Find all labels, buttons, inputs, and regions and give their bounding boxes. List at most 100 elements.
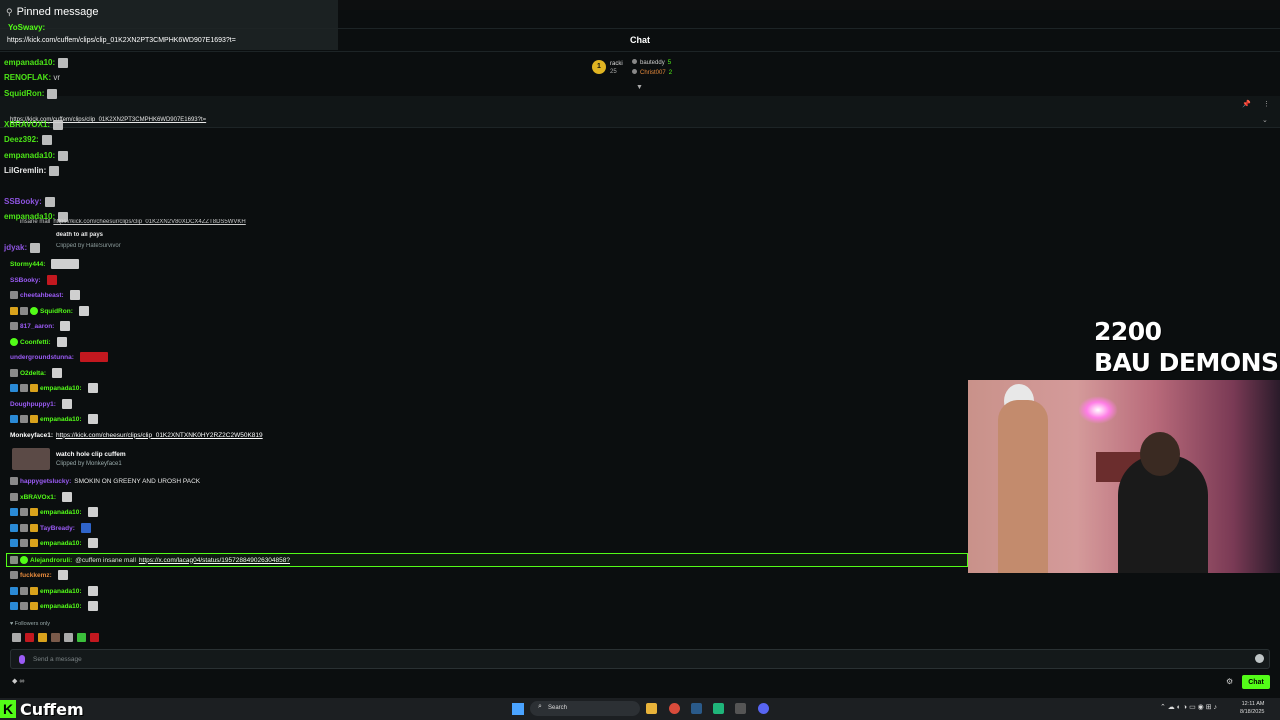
chat-username[interactable]: SSBooky: (4, 197, 42, 206)
emote-icon[interactable] (51, 633, 60, 642)
more-options-icon[interactable]: ⋮ (1263, 100, 1270, 108)
green-badge-icon[interactable] (10, 338, 18, 346)
send-chat-button[interactable]: Chat (1242, 675, 1270, 689)
pinned-message-bar[interactable] (0, 96, 1280, 128)
gold-badge-icon[interactable] (30, 384, 38, 392)
chevron-down-icon[interactable]: ▼ (636, 84, 643, 91)
gold-badge-icon[interactable] (30, 415, 38, 423)
taskbar-search[interactable]: Search (530, 701, 640, 716)
chat-username[interactable]: empanada10: (40, 588, 82, 595)
gold-badge-icon[interactable] (10, 307, 18, 315)
emote-icon[interactable] (38, 633, 47, 642)
chat-username[interactable]: TayBready: (40, 525, 75, 532)
sub-badge-icon[interactable] (20, 384, 28, 392)
chat-username[interactable]: LilGremlin: (4, 166, 46, 175)
chat-username[interactable]: Deez392: (4, 135, 39, 144)
mod-badge-icon[interactable] (10, 384, 18, 392)
emote-icon[interactable] (12, 633, 21, 642)
chat-username[interactable]: empanada10: (40, 385, 82, 392)
sub-badge-icon[interactable] (10, 477, 18, 485)
chat-username[interactable]: SSBooky: (10, 277, 41, 284)
app-icon[interactable] (735, 703, 746, 714)
chat-username[interactable]: SquidRon: (40, 308, 73, 315)
emote-icon (58, 151, 69, 161)
system-tray[interactable]: ⌃ ☁ ◐ ◑ ▭ ◉ ⊞ ♪ (1160, 703, 1217, 711)
gear-icon[interactable]: ⚙ (1226, 677, 1233, 686)
mic-icon[interactable] (19, 655, 25, 664)
webcam-figure (998, 400, 1048, 573)
windows-start-icon[interactable] (512, 703, 524, 715)
chat-username[interactable]: cheetahbeast: (20, 292, 64, 299)
mod-badge-icon[interactable] (10, 587, 18, 595)
chat-username[interactable]: undergroundstunna: (10, 354, 74, 361)
sub-badge-icon[interactable] (20, 587, 28, 595)
chat-username[interactable]: RENOFLAK: (4, 73, 51, 82)
gold-badge-icon[interactable] (30, 587, 38, 595)
emote-icon[interactable] (90, 633, 99, 642)
chat-username[interactable]: jdyak: (4, 243, 27, 252)
taskbar-clock[interactable]: 12:11 AM 8/18/2025 (1240, 700, 1264, 716)
sub-badge-icon[interactable] (10, 369, 18, 377)
chat-username[interactable]: happygetslucky: (20, 478, 71, 485)
chat-input-box[interactable] (10, 649, 1270, 669)
emote-icon[interactable] (77, 633, 86, 642)
mod-badge-icon[interactable] (10, 415, 18, 423)
gold-badge-icon[interactable] (30, 602, 38, 610)
chat-username[interactable]: empanada10: (4, 58, 55, 67)
sub-badge-icon[interactable] (20, 508, 28, 516)
gift-leaderboard[interactable]: 1 racki 25 bauteddy 5 Christ007 2 (590, 57, 700, 85)
sub-badge-icon[interactable] (10, 291, 18, 299)
chat-username[interactable]: Coonfetti: (20, 339, 51, 346)
sub-badge-icon[interactable] (10, 493, 18, 501)
gold-badge-icon[interactable] (30, 524, 38, 532)
app-icon[interactable] (713, 703, 724, 714)
chat-username[interactable]: xBRAVOx1: (20, 494, 56, 501)
mod-badge-icon[interactable] (10, 508, 18, 516)
emote-icon[interactable] (64, 633, 73, 642)
chevron-down-icon[interactable]: ⌄ (1262, 116, 1268, 124)
gold-badge-icon[interactable] (30, 539, 38, 547)
sub-badge-icon[interactable] (10, 571, 18, 579)
chat-username[interactable]: SquidRon: (4, 89, 44, 98)
chat-link[interactable]: https://kick.com/cheesur/clips/clip_01K2… (56, 432, 263, 439)
sub-badge-icon[interactable] (20, 524, 28, 532)
emote-icon (78, 306, 89, 316)
chat-username[interactable]: O2delta: (20, 370, 46, 377)
mod-badge-icon[interactable] (10, 539, 18, 547)
chrome-icon[interactable] (669, 703, 680, 714)
chat-username[interactable]: XBRAVOX1: (4, 120, 50, 129)
steam-icon[interactable] (691, 703, 702, 714)
chat-username[interactable]: 817_aaron: (20, 323, 54, 330)
clip-link[interactable]: https://kick.com/cheesur/clips/clip_01K2… (53, 219, 245, 225)
sub-badge-icon[interactable] (20, 307, 28, 315)
mod-badge-icon[interactable] (10, 602, 18, 610)
chat-username[interactable]: empanada10: (40, 603, 82, 610)
chat-message-input[interactable] (33, 653, 1233, 665)
sub-badge-icon[interactable] (20, 539, 28, 547)
folder-icon[interactable] (646, 703, 657, 714)
sub-badge-icon[interactable] (10, 322, 18, 330)
pinned-url[interactable]: https://kick.com/cuffem/clips/clip_01K2X… (7, 37, 236, 44)
chat-username[interactable]: empanada10: (40, 509, 82, 516)
quick-emote-bar[interactable] (12, 633, 99, 643)
chat-username[interactable]: empanada10: (40, 416, 82, 423)
chat-tools[interactable]: ◆ ∞ (12, 677, 24, 685)
chat-username[interactable]: empanada10: (4, 151, 55, 160)
chat-username[interactable]: Stormy444: (10, 261, 45, 268)
chat-username[interactable]: Doughpuppy1: (10, 401, 56, 408)
green-badge-icon[interactable] (30, 307, 38, 315)
chat-username[interactable]: fuckkemz: (20, 572, 52, 579)
chat-username[interactable]: Monkeyface1: (10, 432, 53, 439)
webcam-streamer-head (1140, 432, 1180, 476)
sub-badge-icon[interactable] (20, 415, 28, 423)
chat-username[interactable]: empanada10: (40, 540, 82, 547)
emote-icon[interactable] (25, 633, 34, 642)
emoji-icon[interactable] (1255, 654, 1264, 663)
pin-icon[interactable]: 📌 (1242, 100, 1251, 108)
tools-icon[interactable]: ◆ ∞ (12, 678, 24, 685)
mod-badge-icon[interactable] (10, 524, 18, 532)
discord-icon[interactable] (758, 703, 769, 714)
clip-preview-card[interactable]: watch hole clip cuffem Clipped by Monkey… (12, 446, 242, 472)
sub-badge-icon[interactable] (20, 602, 28, 610)
gold-badge-icon[interactable] (30, 508, 38, 516)
